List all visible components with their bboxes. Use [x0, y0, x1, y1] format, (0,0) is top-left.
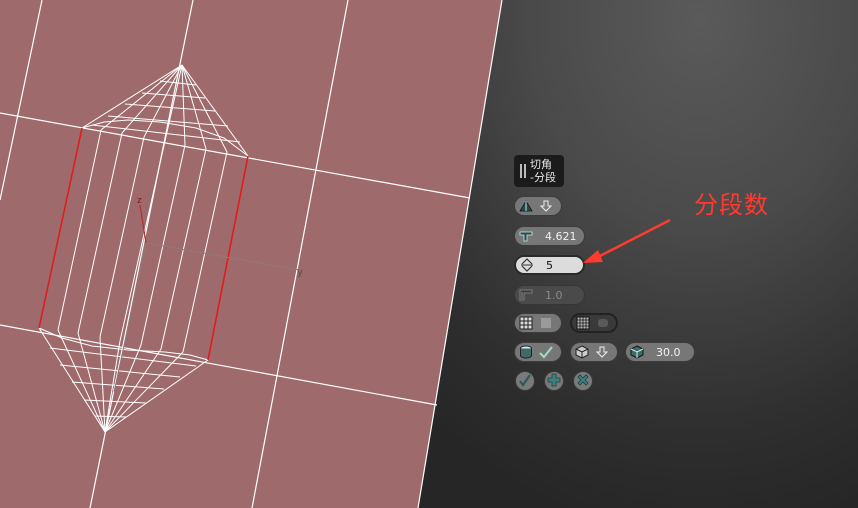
annotation-arrow — [583, 218, 671, 263]
annotation-label: 分段数 — [694, 191, 769, 219]
